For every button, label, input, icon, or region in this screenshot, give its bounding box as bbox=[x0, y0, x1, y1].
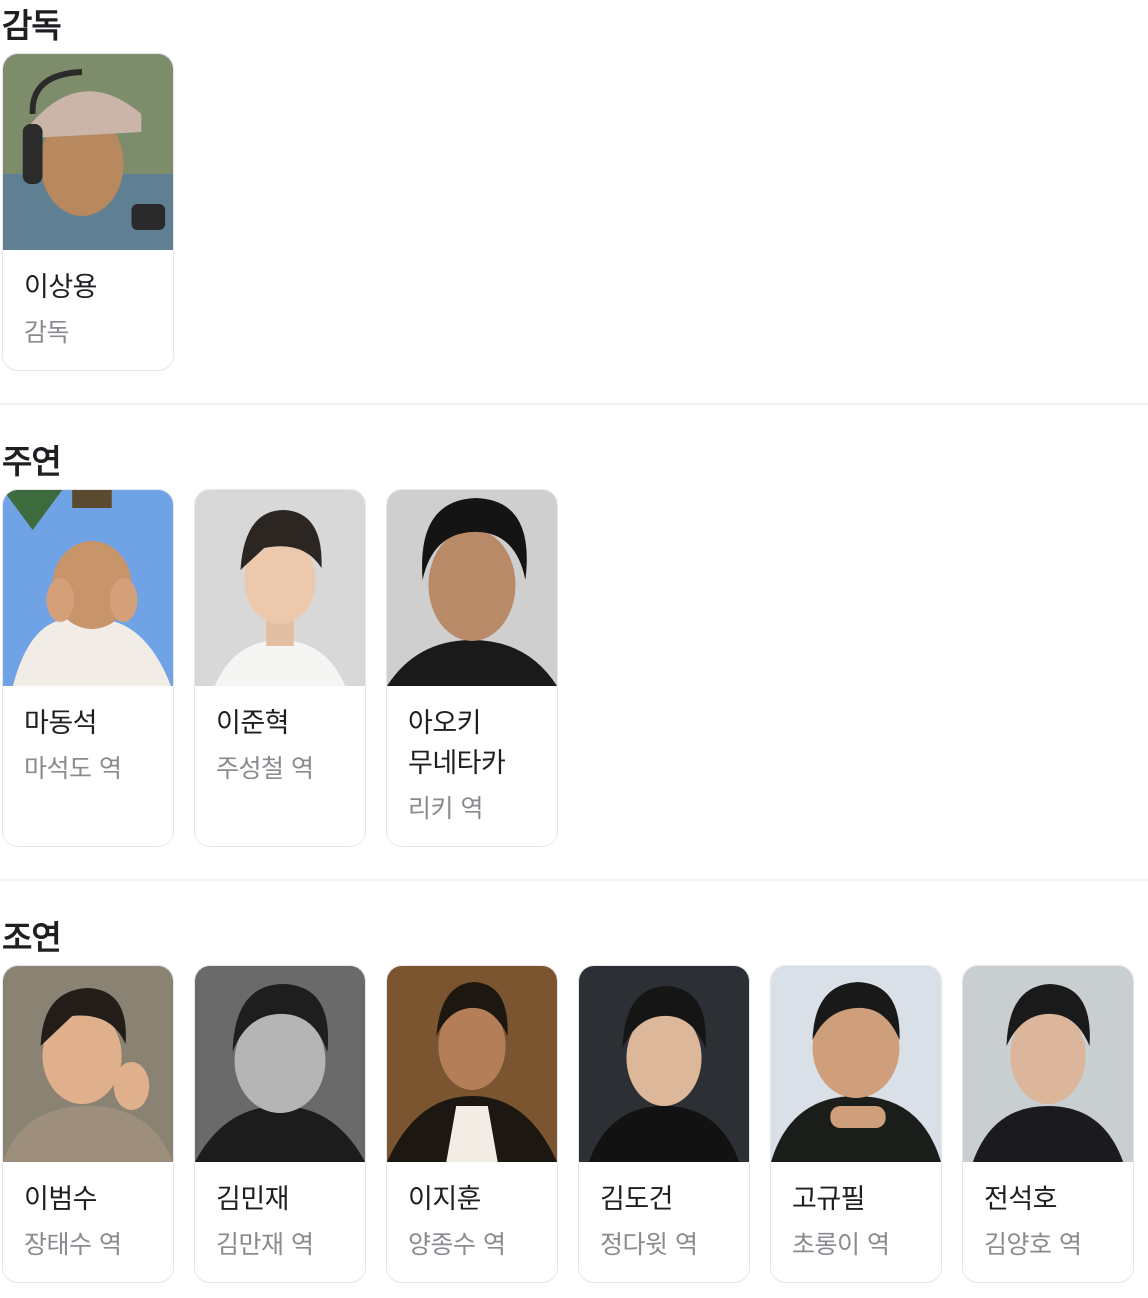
person-photo bbox=[195, 490, 365, 686]
person-photo bbox=[3, 490, 173, 686]
person-card-main-1[interactable]: 이준혁 주성철 역 bbox=[194, 489, 366, 847]
section-title: 조연 bbox=[2, 918, 62, 957]
person-role: 장태수 역 bbox=[24, 1230, 122, 1259]
person-role: 정다윗 역 bbox=[600, 1230, 698, 1259]
person-card-supporting-5[interactable]: 전석호 김양호 역 bbox=[962, 965, 1134, 1283]
person-name: 이지훈 bbox=[408, 1184, 482, 1215]
section-title: 주연 bbox=[2, 442, 62, 481]
person-photo bbox=[195, 966, 365, 1162]
person-role: 마석도 역 bbox=[24, 754, 122, 783]
person-card-supporting-3[interactable]: 김도건 정다윗 역 bbox=[578, 965, 750, 1283]
person-role: 김양호 역 bbox=[984, 1230, 1082, 1259]
person-name: 전석호 bbox=[984, 1184, 1058, 1215]
person-name: 아오키 무네타카 bbox=[408, 708, 506, 779]
person-card-supporting-4[interactable]: 고규필 초롱이 역 bbox=[770, 965, 942, 1283]
person-card-supporting-0[interactable]: 이범수 장태수 역 bbox=[2, 965, 174, 1283]
person-name: 마동석 bbox=[24, 708, 98, 739]
section-divider bbox=[0, 403, 1148, 405]
person-photo bbox=[387, 490, 557, 686]
person-card-main-0[interactable]: 마동석 마석도 역 bbox=[2, 489, 174, 847]
person-name: 이준혁 bbox=[216, 708, 290, 739]
section-divider bbox=[0, 879, 1148, 881]
person-name: 김민재 bbox=[216, 1184, 290, 1215]
person-card-main-2[interactable]: 아오키 무네타카 리키 역 bbox=[386, 489, 558, 847]
person-role: 리키 역 bbox=[408, 794, 483, 823]
person-name: 고규필 bbox=[792, 1184, 866, 1215]
person-photo bbox=[579, 966, 749, 1162]
person-card-supporting-2[interactable]: 이지훈 양종수 역 bbox=[386, 965, 558, 1283]
person-role: 주성철 역 bbox=[216, 754, 314, 783]
person-photo bbox=[3, 966, 173, 1162]
person-name: 이상용 bbox=[24, 272, 98, 303]
section-title: 감독 bbox=[2, 6, 62, 45]
person-photo bbox=[3, 54, 173, 250]
person-card-director-0[interactable]: 이상용 감독 bbox=[2, 53, 174, 371]
person-name: 이범수 bbox=[24, 1184, 98, 1215]
person-photo bbox=[963, 966, 1133, 1162]
person-role: 김만재 역 bbox=[216, 1230, 314, 1259]
person-photo bbox=[387, 966, 557, 1162]
person-role: 초롱이 역 bbox=[792, 1230, 890, 1259]
person-role: 양종수 역 bbox=[408, 1230, 506, 1259]
person-role: 감독 bbox=[24, 318, 70, 347]
person-card-supporting-1[interactable]: 김민재 김만재 역 bbox=[194, 965, 366, 1283]
person-photo bbox=[771, 966, 941, 1162]
person-name: 김도건 bbox=[600, 1184, 674, 1215]
